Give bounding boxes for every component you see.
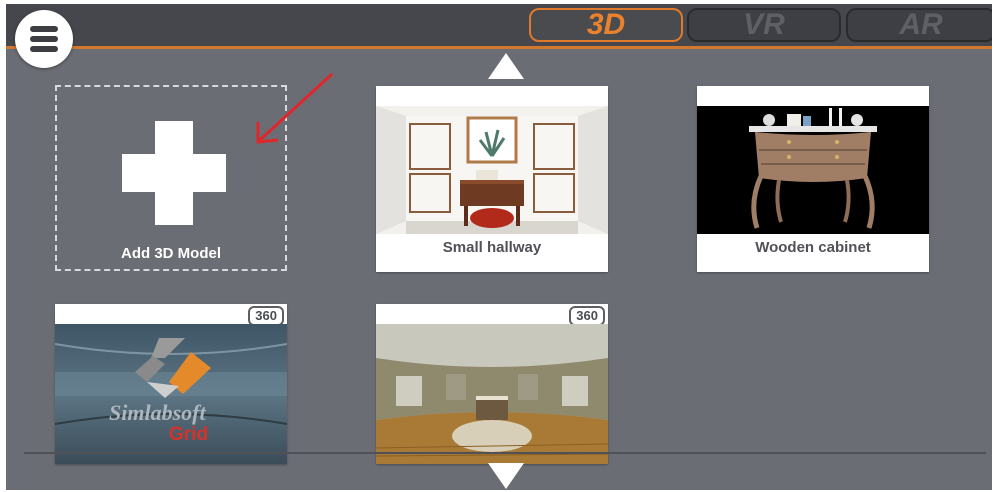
- add-3d-model-label: Add 3D Model: [121, 245, 221, 262]
- tab-vr[interactable]: VR: [687, 8, 841, 42]
- tab-ar[interactable]: AR: [846, 8, 992, 42]
- app-window: 3D VR AR Add 3D Model Small hallway Wood…: [6, 4, 992, 490]
- room-panorama-thumbnail: [376, 324, 608, 464]
- watermark-grid: Grid: [169, 424, 209, 445]
- wooden-cabinet-thumbnail: [697, 106, 929, 234]
- tab-3d[interactable]: 3D: [529, 8, 683, 42]
- small-hallway-label: Small hallway: [442, 239, 542, 256]
- menu-button[interactable]: [15, 10, 73, 68]
- model-tile-wooden-cabinet[interactable]: Wooden cabinet: [697, 86, 929, 272]
- model-tile-360-grid[interactable]: 360 Simlabsoft Grid: [55, 304, 287, 464]
- wooden-cabinet-label: Wooden cabinet: [755, 239, 871, 256]
- model-tile-360-room[interactable]: 360: [376, 304, 608, 464]
- hamburger-menu-icon: [30, 26, 58, 52]
- scroll-down-arrow-icon[interactable]: [488, 463, 524, 489]
- plus-icon: [122, 121, 226, 225]
- model-tile-small-hallway[interactable]: Small hallway: [376, 86, 608, 272]
- top-bar: 3D VR AR: [6, 4, 992, 49]
- scroll-divider: [24, 452, 986, 454]
- annotation-arrow-icon: [256, 72, 334, 144]
- badge-360: 360: [569, 306, 605, 326]
- small-hallway-thumbnail: [376, 106, 608, 234]
- scroll-up-arrow-icon[interactable]: [488, 53, 524, 79]
- watermark-simlabsoft: Simlabsoft: [109, 400, 206, 425]
- badge-360: 360: [248, 306, 284, 326]
